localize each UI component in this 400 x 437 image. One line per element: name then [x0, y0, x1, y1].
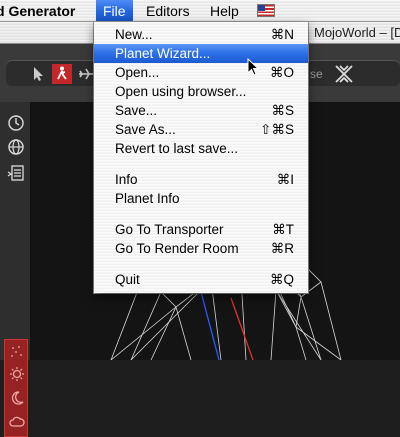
menu-item-revert[interactable]: Revert to last save... [94, 139, 308, 158]
environment-panel [4, 339, 28, 437]
menu-item-label: Quit [115, 272, 140, 287]
menu-item-shortcut: ⌘T [272, 222, 294, 237]
toolbar-partial-label: se [310, 67, 323, 81]
plane-icon[interactable] [76, 64, 96, 84]
app-menu[interactable]: d Generator [0, 0, 75, 21]
menu-item-label: Open using browser... [115, 84, 247, 99]
menu-item-shortcut: ⌘S [271, 103, 294, 118]
menu-item-go-to-render-room[interactable]: Go To Render Room ⌘R [94, 239, 308, 258]
menu-item-label: Planet Wizard... [115, 46, 211, 61]
tools-x-icon[interactable] [332, 62, 356, 86]
menu-item-label: Open... [115, 65, 160, 80]
menu-item-label: Info [115, 172, 138, 187]
menu-item-new[interactable]: New... ⌘N [94, 25, 308, 44]
menu-item-planet-info[interactable]: Planet Info [94, 189, 308, 208]
menu-item-shortcut: ⌘Q [269, 272, 294, 287]
menubar: d Generator File Editors Help [0, 0, 400, 22]
clock-icon[interactable] [7, 114, 25, 132]
help-menu[interactable]: Help [210, 0, 239, 21]
menu-item-shortcut: ⌘N [270, 27, 294, 42]
window-title: MojoWorld – [De [314, 25, 400, 40]
file-menu[interactable]: File [96, 0, 133, 21]
menu-item-open-using-browser[interactable]: Open using browser... [94, 82, 308, 101]
menu-item-shortcut: ⌘O [269, 65, 294, 80]
menu-item-label: Save... [115, 103, 158, 118]
menu-item-shortcut: ⌘I [276, 172, 294, 187]
menu-item-label: Save As... [115, 122, 176, 137]
us-flag-icon[interactable] [258, 5, 274, 16]
menu-item-info[interactable]: Info ⌘I [94, 170, 308, 189]
menu-item-label: Planet Info [115, 191, 180, 206]
stars-icon[interactable] [9, 344, 25, 360]
menu-item-go-to-transporter[interactable]: Go To Transporter ⌘T [94, 220, 308, 239]
left-panel [0, 102, 31, 437]
document-list-icon[interactable] [7, 164, 25, 182]
walker-icon[interactable] [52, 64, 72, 84]
menu-item-planet-wizard[interactable]: Planet Wizard... [94, 44, 308, 63]
menu-item-quit[interactable]: Quit ⌘Q [94, 270, 308, 289]
menu-item-open[interactable]: Open... ⌘O [94, 63, 308, 82]
arrow-pointer-icon[interactable] [28, 64, 48, 84]
mouse-cursor-icon [247, 58, 260, 76]
menu-item-shortcut: ⌘R [270, 241, 294, 256]
sun-icon[interactable] [9, 366, 25, 382]
menu-item-label: Go To Transporter [115, 222, 224, 237]
menu-item-label: Go To Render Room [115, 241, 239, 256]
editors-menu[interactable]: Editors [146, 0, 190, 21]
cloud-icon[interactable] [9, 414, 25, 430]
moon-icon[interactable] [9, 390, 25, 406]
menu-item-label: New... [115, 27, 153, 42]
menu-item-shortcut: ⇧⌘S [260, 122, 294, 137]
globe-icon[interactable] [7, 138, 25, 156]
file-dropdown-menu: New... ⌘N Planet Wizard... Open... ⌘O Op… [94, 22, 308, 293]
menu-item-save-as[interactable]: Save As... ⇧⌘S [94, 120, 308, 139]
menu-item-save[interactable]: Save... ⌘S [94, 101, 308, 120]
menu-item-label: Revert to last save... [115, 141, 239, 156]
